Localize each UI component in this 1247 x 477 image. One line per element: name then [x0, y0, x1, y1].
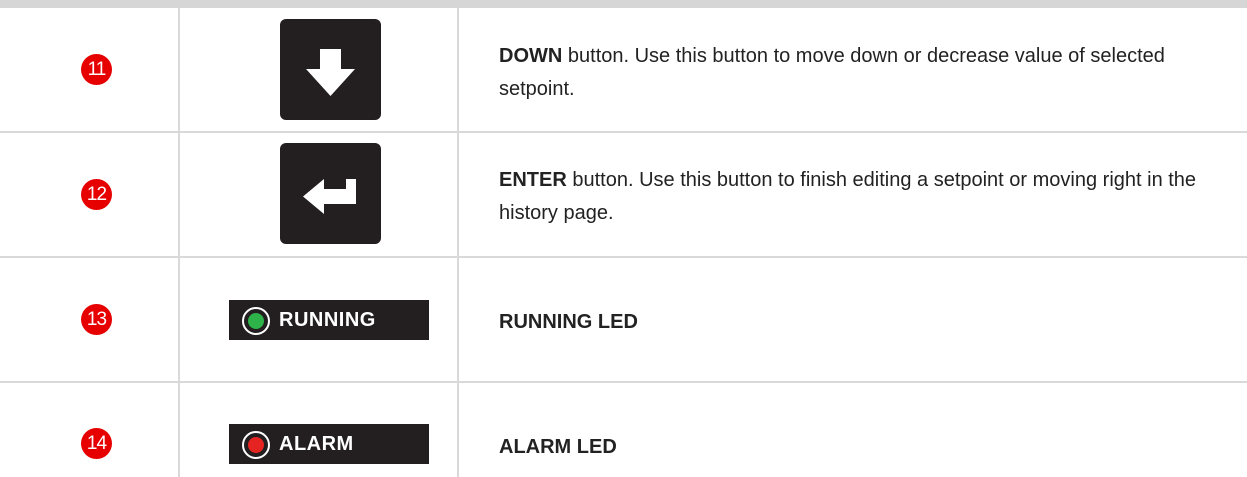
column-divider — [457, 8, 459, 131]
row-description: DOWN button. Use this button to move dow… — [499, 40, 1227, 106]
column-divider — [178, 8, 180, 131]
document-page: 11 DOWN button. Use this button to move … — [0, 0, 1247, 477]
item-number-badge: 13 — [81, 304, 112, 335]
table-row: 11 DOWN button. Use this button to move … — [0, 8, 1247, 133]
item-number-badge: 14 — [81, 428, 112, 459]
item-number-badge: 11 — [81, 54, 112, 85]
enter-return-glyph — [303, 179, 356, 214]
led-label: RUNNING — [279, 309, 376, 331]
item-number-badge: 12 — [81, 179, 112, 210]
button-description-table: 11 DOWN button. Use this button to move … — [0, 8, 1247, 477]
led-ring — [242, 307, 270, 335]
led-ring — [242, 431, 270, 459]
column-divider — [457, 258, 459, 381]
column-divider — [457, 383, 459, 477]
down-arrow-glyph — [306, 49, 355, 96]
column-divider — [178, 133, 180, 256]
row-description: ALARM LED — [499, 431, 1227, 464]
row-title: DOWN — [499, 45, 563, 67]
row-title: ALARM LED — [499, 436, 617, 458]
row-text: button. Use this button to move down or … — [499, 45, 1165, 100]
table-row: 13 RUNNING RUNNING LED — [0, 258, 1247, 383]
table-row: 14 ALARM ALARM LED — [0, 383, 1247, 477]
table-row: 12 ENTER button. Use this button to fini… — [0, 133, 1247, 258]
running-led-indicator: RUNNING — [229, 300, 429, 340]
enter-return-icon — [280, 143, 381, 244]
red-led-icon — [248, 437, 264, 453]
column-divider — [178, 258, 180, 381]
row-title: RUNNING LED — [499, 311, 638, 333]
column-divider — [457, 133, 459, 256]
led-label: ALARM — [279, 433, 354, 455]
row-description: RUNNING LED — [499, 306, 1227, 339]
row-description: ENTER button. Use this button to finish … — [499, 164, 1227, 230]
top-rule — [0, 0, 1247, 8]
row-text: button. Use this button to finish editin… — [499, 169, 1197, 224]
alarm-led-indicator: ALARM — [229, 424, 429, 464]
green-led-icon — [248, 313, 264, 329]
column-divider — [178, 383, 180, 477]
row-title: ENTER — [499, 169, 567, 191]
down-arrow-icon — [280, 19, 381, 120]
